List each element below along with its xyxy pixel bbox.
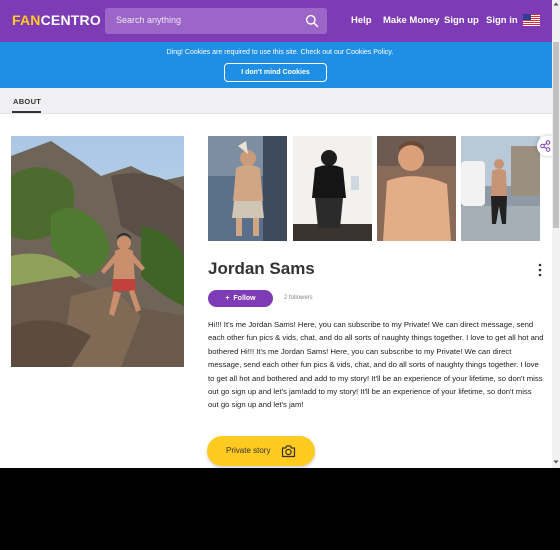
nav-sign-up[interactable]: Sign up	[444, 15, 479, 26]
nav-make-money[interactable]: Make Money	[383, 15, 440, 26]
search-input[interactable]: Search anything	[105, 8, 327, 34]
scrollbar-thumb[interactable]	[553, 42, 559, 228]
share-icon	[540, 140, 551, 152]
private-story-label: Private story	[226, 446, 271, 455]
profile-main-photo[interactable]	[11, 136, 184, 367]
nav-sign-in[interactable]: Sign in	[486, 15, 518, 26]
share-button[interactable]	[537, 136, 553, 156]
cookie-message: Ding! Cookies are required to use this s…	[166, 49, 394, 56]
profile-name: Jordan Sams	[208, 259, 315, 278]
us-flag-icon[interactable]	[523, 14, 540, 26]
logo-fan-text: FAN	[12, 12, 41, 28]
follow-button[interactable]: + Follow	[208, 290, 273, 307]
scroll-down-arrow-icon[interactable]	[553, 459, 559, 465]
gallery-thumbnail[interactable]	[293, 136, 372, 241]
gallery-thumbnail[interactable]	[208, 136, 287, 241]
plus-icon: +	[225, 295, 230, 302]
private-story-button[interactable]: Private story	[207, 436, 315, 466]
gallery-thumbnail[interactable]	[377, 136, 456, 241]
followers-count: 2 followers	[284, 295, 313, 301]
camera-icon	[281, 445, 296, 458]
fancentro-logo[interactable]: FANCENTRO	[12, 12, 101, 29]
cookie-banner: Ding! Cookies are required to use this s…	[0, 42, 560, 88]
follow-label: Follow	[233, 295, 256, 302]
search-icon[interactable]	[305, 14, 319, 28]
top-header: FANCENTRO Search anything Help Make Mone…	[0, 0, 560, 42]
page: FANCENTRO Search anything Help Make Mone…	[0, 0, 560, 468]
nav-help[interactable]: Help	[351, 15, 372, 26]
tab-active-indicator	[12, 111, 41, 113]
profile-bio: Hi!!! It's me Jordan Sams! Here, you can…	[208, 320, 544, 410]
search-placeholder: Search anything	[116, 15, 182, 25]
tab-about[interactable]: ABOUT	[13, 97, 41, 106]
gallery-thumbnail[interactable]	[461, 136, 540, 241]
logo-centro-text: CENTRO	[40, 12, 101, 28]
accept-cookies-button[interactable]: I don't mind Cookies	[224, 63, 327, 82]
scroll-up-arrow-icon[interactable]	[553, 1, 559, 7]
kebab-menu-icon[interactable]	[537, 263, 543, 277]
profile-tab-bar: ABOUT	[0, 88, 552, 114]
